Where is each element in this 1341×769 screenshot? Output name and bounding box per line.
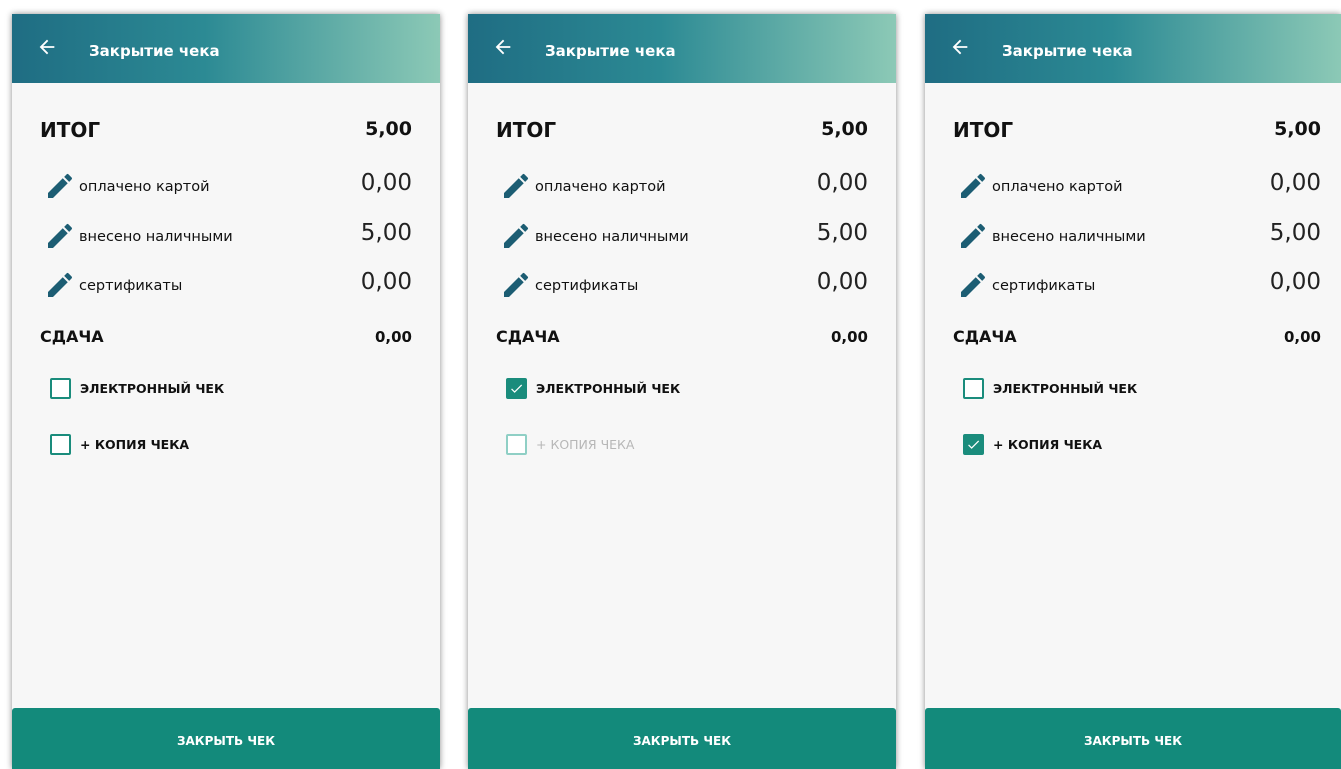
pencil-icon[interactable] (500, 269, 532, 301)
pencil-icon[interactable] (500, 170, 532, 202)
payment-row-card[interactable]: оплачено картой 0,00 (496, 170, 868, 200)
screen-title: Закрытие чека (545, 42, 676, 60)
receipt-copy-checkbox (506, 434, 527, 455)
close-receipt-screen-1: Закрытие чека ИТОГ 5,00 оплачено картой … (12, 14, 440, 769)
payment-value: 0,00 (360, 170, 412, 196)
close-receipt-screen-3: Закрытие чека ИТОГ 5,00 оплачено картой … (925, 14, 1341, 769)
payment-label: внесено наличными (992, 229, 1146, 245)
payment-label: внесено наличными (535, 229, 689, 245)
total-label: ИТОГ (40, 118, 101, 142)
change-value: 0,00 (1283, 328, 1321, 346)
back-arrow-icon[interactable] (36, 36, 58, 58)
app-bar: Закрытие чека (925, 14, 1341, 83)
payment-row-certificates[interactable]: сертификаты 0,00 (496, 269, 868, 299)
payment-value: 0,00 (360, 269, 412, 295)
app-bar: Закрытие чека (12, 14, 440, 83)
payment-row-certificates[interactable]: сертификаты 0,00 (40, 269, 412, 299)
option-label: + КОПИЯ ЧЕКА (993, 437, 1103, 452)
payment-label: сертификаты (535, 278, 639, 294)
close-receipt-button[interactable]: ЗАКРЫТЬ ЧЕК (12, 708, 440, 769)
total-row: ИТОГ 5,00 (953, 118, 1321, 148)
change-label: СДАЧА (496, 327, 560, 346)
pencil-icon[interactable] (957, 269, 989, 301)
electronic-receipt-checkbox[interactable] (50, 378, 71, 399)
option-label: + КОПИЯ ЧЕКА (536, 437, 635, 452)
total-row: ИТОГ 5,00 (496, 118, 868, 148)
payment-row-card[interactable]: оплачено картой 0,00 (40, 170, 412, 200)
close-receipt-button[interactable]: ЗАКРЫТЬ ЧЕК (925, 708, 1341, 769)
payment-label: оплачено картой (79, 179, 210, 195)
receipt-copy-checkbox[interactable] (50, 434, 71, 455)
payment-label: сертификаты (79, 278, 183, 294)
pencil-icon[interactable] (44, 269, 76, 301)
back-arrow-icon[interactable] (492, 36, 514, 58)
payment-label: оплачено картой (992, 179, 1123, 195)
change-row: СДАЧА 0,00 (953, 327, 1321, 357)
change-row: СДАЧА 0,00 (496, 327, 868, 357)
change-value: 0,00 (374, 328, 412, 346)
close-receipt-screen-2: Закрытие чека ИТОГ 5,00 оплачено картой … (468, 14, 896, 769)
receipt-copy-checkbox[interactable] (963, 434, 984, 455)
payment-label: оплачено картой (535, 179, 666, 195)
pencil-icon[interactable] (500, 220, 532, 252)
screen-title: Закрытие чека (1002, 42, 1133, 60)
total-value: 5,00 (1274, 118, 1321, 140)
payment-row-cash[interactable]: внесено наличными 5,00 (496, 220, 868, 250)
screen-title: Закрытие чека (89, 42, 220, 60)
change-value: 0,00 (830, 328, 868, 346)
electronic-receipt-checkbox[interactable] (506, 378, 527, 399)
electronic-receipt-checkbox[interactable] (963, 378, 984, 399)
option-label: ЭЛЕКТРОННЫЙ ЧЕК (993, 381, 1138, 396)
payment-value: 0,00 (816, 269, 868, 295)
payment-value: 0,00 (816, 170, 868, 196)
total-value: 5,00 (821, 118, 868, 140)
payment-value: 0,00 (1269, 170, 1321, 196)
total-label: ИТОГ (953, 118, 1014, 142)
payment-row-cash[interactable]: внесено наличными 5,00 (40, 220, 412, 250)
pencil-icon[interactable] (957, 170, 989, 202)
payment-value: 0,00 (1269, 269, 1321, 295)
back-arrow-icon[interactable] (949, 36, 971, 58)
screens-comparison: Закрытие чека ИТОГ 5,00 оплачено картой … (0, 0, 1341, 769)
payment-row-cash[interactable]: внесено наличными 5,00 (953, 220, 1321, 250)
option-label: + КОПИЯ ЧЕКА (80, 437, 190, 452)
payment-row-certificates[interactable]: сертификаты 0,00 (953, 269, 1321, 299)
close-receipt-label: ЗАКРЫТЬ ЧЕК (176, 734, 276, 748)
total-label: ИТОГ (496, 118, 557, 142)
checkmark-icon (968, 440, 980, 449)
payment-row-card[interactable]: оплачено картой 0,00 (953, 170, 1321, 200)
change-label: СДАЧА (953, 327, 1017, 346)
payment-value: 5,00 (816, 220, 868, 246)
total-row: ИТОГ 5,00 (40, 118, 412, 148)
payment-value: 5,00 (360, 220, 412, 246)
change-label: СДАЧА (40, 327, 104, 346)
checkmark-icon (511, 384, 523, 393)
payment-label: сертификаты (992, 278, 1096, 294)
close-receipt-button[interactable]: ЗАКРЫТЬ ЧЕК (468, 708, 896, 769)
payment-value: 5,00 (1269, 220, 1321, 246)
option-label: ЭЛЕКТРОННЫЙ ЧЕК (80, 381, 225, 396)
pencil-icon[interactable] (44, 170, 76, 202)
close-receipt-label: ЗАКРЫТЬ ЧЕК (632, 734, 732, 748)
total-value: 5,00 (365, 118, 412, 140)
pencil-icon[interactable] (44, 220, 76, 252)
pencil-icon[interactable] (957, 220, 989, 252)
app-bar: Закрытие чека (468, 14, 896, 83)
change-row: СДАЧА 0,00 (40, 327, 412, 357)
close-receipt-label: ЗАКРЫТЬ ЧЕК (1083, 734, 1183, 748)
payment-label: внесено наличными (79, 229, 233, 245)
option-label: ЭЛЕКТРОННЫЙ ЧЕК (536, 381, 681, 396)
